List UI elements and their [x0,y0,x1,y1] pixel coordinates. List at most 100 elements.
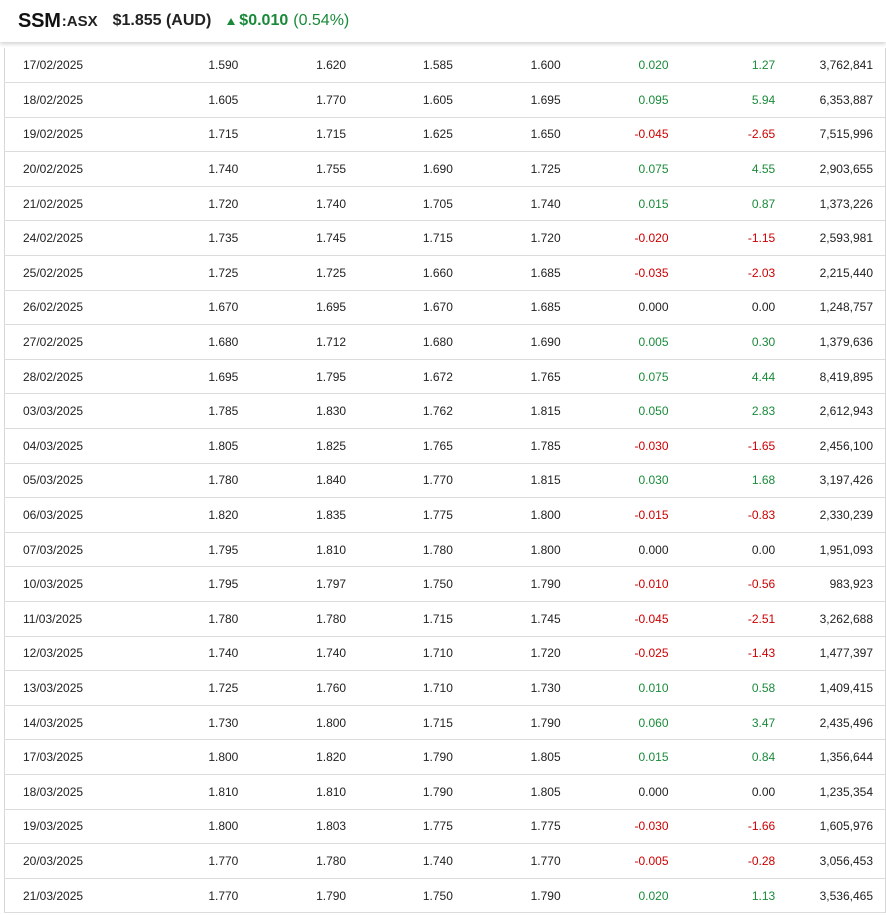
close-cell: 1.785 [452,428,561,464]
change-percent-cell: -0.56 [668,566,776,602]
close-cell: 1.790 [452,566,561,602]
change-percent-cell: 5.94 [668,82,776,118]
close-cell: 1.745 [452,601,561,637]
close-cell: 1.690 [452,324,561,360]
low-cell: 1.660 [346,255,453,291]
close-cell: 1.740 [452,186,561,222]
change-cell: -0.005 [560,843,669,879]
low-cell: 1.680 [346,324,453,360]
volume-cell: 8,419,895 [775,359,885,395]
change-cell: -0.030 [560,809,669,845]
close-cell: 1.685 [452,290,561,326]
low-cell: 1.790 [346,774,453,810]
open-cell: 1.785 [143,393,239,430]
close-cell: 1.800 [452,497,561,533]
change-percent-cell: 0.30 [668,324,776,360]
close-cell: 1.815 [452,463,561,499]
volume-cell: 2,593,981 [775,220,885,257]
volume-cell: 3,056,453 [775,843,885,879]
table-row: 19/03/2025 1.800 1.803 1.775 1.775 -0.030 -1.6… [5,809,885,845]
close-cell: 1.770 [452,843,561,879]
volume-cell: 3,262,688 [775,601,885,637]
volume-cell: 3,536,465 [775,878,885,914]
change-percent-cell: 0.87 [668,186,776,222]
date-cell: 19/02/2025 [5,117,144,153]
table-row: 07/03/2025 1.795 1.810 1.780 1.800 0.000 0.00 1… [5,532,885,568]
open-cell: 1.810 [143,774,239,810]
date-cell: 17/03/2025 [5,739,144,775]
high-cell: 1.745 [238,220,347,257]
high-cell: 1.770 [238,82,347,118]
date-cell: 21/03/2025 [5,878,144,914]
low-cell: 1.740 [346,843,453,879]
ticker-symbol[interactable]: SSM [18,10,61,33]
high-cell: 1.800 [238,705,347,741]
open-cell: 1.605 [143,82,239,118]
change-percent-cell: -0.83 [668,497,776,533]
volume-cell: 1,605,976 [775,809,885,845]
volume-cell: 2,215,440 [775,255,885,291]
volume-cell: 1,409,415 [775,670,885,706]
up-arrow-icon [227,17,236,25]
low-cell: 1.715 [346,220,453,257]
change-percent-cell: -2.03 [668,255,776,291]
table-row: 26/02/2025 1.670 1.695 1.670 1.685 0.000 0.00 1… [5,290,885,326]
high-cell: 1.795 [238,359,347,395]
low-cell: 1.762 [346,393,453,430]
table-row: 13/03/2025 1.725 1.760 1.710 1.730 0.010 0.58 1… [5,670,885,706]
open-cell: 1.695 [143,359,239,395]
volume-cell: 983,923 [775,566,885,602]
quote-header: SSM:ASX $1.855 (AUD) $0.010 (0.54%) [0,0,886,42]
close-cell: 1.775 [452,809,561,845]
table-row: 11/03/2025 1.780 1.780 1.715 1.745 -0.045 -2.5… [5,601,885,637]
change-percent-cell: 1.68 [668,463,776,499]
open-cell: 1.805 [143,428,239,464]
volume-cell: 3,197,426 [775,463,885,499]
change-percent-cell: 4.55 [668,151,776,187]
close-cell: 1.805 [452,774,561,810]
open-cell: 1.800 [143,739,239,775]
change-percent-cell: -2.65 [668,117,776,153]
change-cell: 0.015 [560,186,669,222]
table-row: 25/02/2025 1.725 1.725 1.660 1.685 -0.035 -2.0… [5,255,885,291]
change-cell: 0.095 [560,82,669,118]
table-row: 10/03/2025 1.795 1.797 1.750 1.790 -0.010 -0.5… [5,566,885,602]
change-cell: 0.075 [560,359,669,395]
price-history-table-container[interactable]: 17/02/2025 1.590 1.620 1.585 1.600 0.020 1.27 3… [4,48,886,914]
table-row: 04/03/2025 1.805 1.825 1.765 1.785 -0.030 -1.6… [5,428,885,464]
close-cell: 1.695 [452,82,561,118]
volume-cell: 2,456,100 [775,428,885,464]
table-row: 20/02/2025 1.740 1.755 1.690 1.725 0.075 4.55 2… [5,151,885,187]
change-cell: -0.020 [560,220,669,257]
change-percent-cell: -1.43 [668,636,776,672]
change-percent-cell: 0.58 [668,670,776,706]
close-cell: 1.730 [452,670,561,706]
low-cell: 1.775 [346,497,453,533]
open-cell: 1.770 [143,878,239,914]
close-cell: 1.805 [452,739,561,775]
table-row: 18/03/2025 1.810 1.810 1.790 1.805 0.000 0.00 1… [5,774,885,810]
low-cell: 1.775 [346,809,453,845]
change-cell: -0.025 [560,636,669,672]
high-cell: 1.695 [238,290,347,326]
change-cell: 0.000 [560,774,669,810]
open-cell: 1.740 [143,636,239,672]
change-percent-cell: 0.00 [668,290,776,326]
change-percent-cell: 0.84 [668,739,776,775]
change-cell: -0.045 [560,601,669,637]
table-row: 18/02/2025 1.605 1.770 1.605 1.695 0.095 5.94 6… [5,82,885,118]
change-percent-cell: 0.00 [668,532,776,568]
table-row: 17/02/2025 1.590 1.620 1.585 1.600 0.020 1.27 3… [5,48,885,84]
date-cell: 21/02/2025 [5,186,144,222]
high-cell: 1.810 [238,774,347,810]
close-cell: 1.650 [452,117,561,153]
change-percent: (0.54%) [293,12,350,29]
open-cell: 1.725 [143,255,239,291]
change-cell: 0.060 [560,705,669,741]
open-cell: 1.720 [143,186,239,222]
open-cell: 1.800 [143,809,239,845]
change-percent-cell: 2.83 [668,393,776,430]
date-cell: 25/02/2025 [5,255,144,291]
change-percent-cell: -1.66 [668,809,776,845]
change-cell: 0.005 [560,324,669,360]
